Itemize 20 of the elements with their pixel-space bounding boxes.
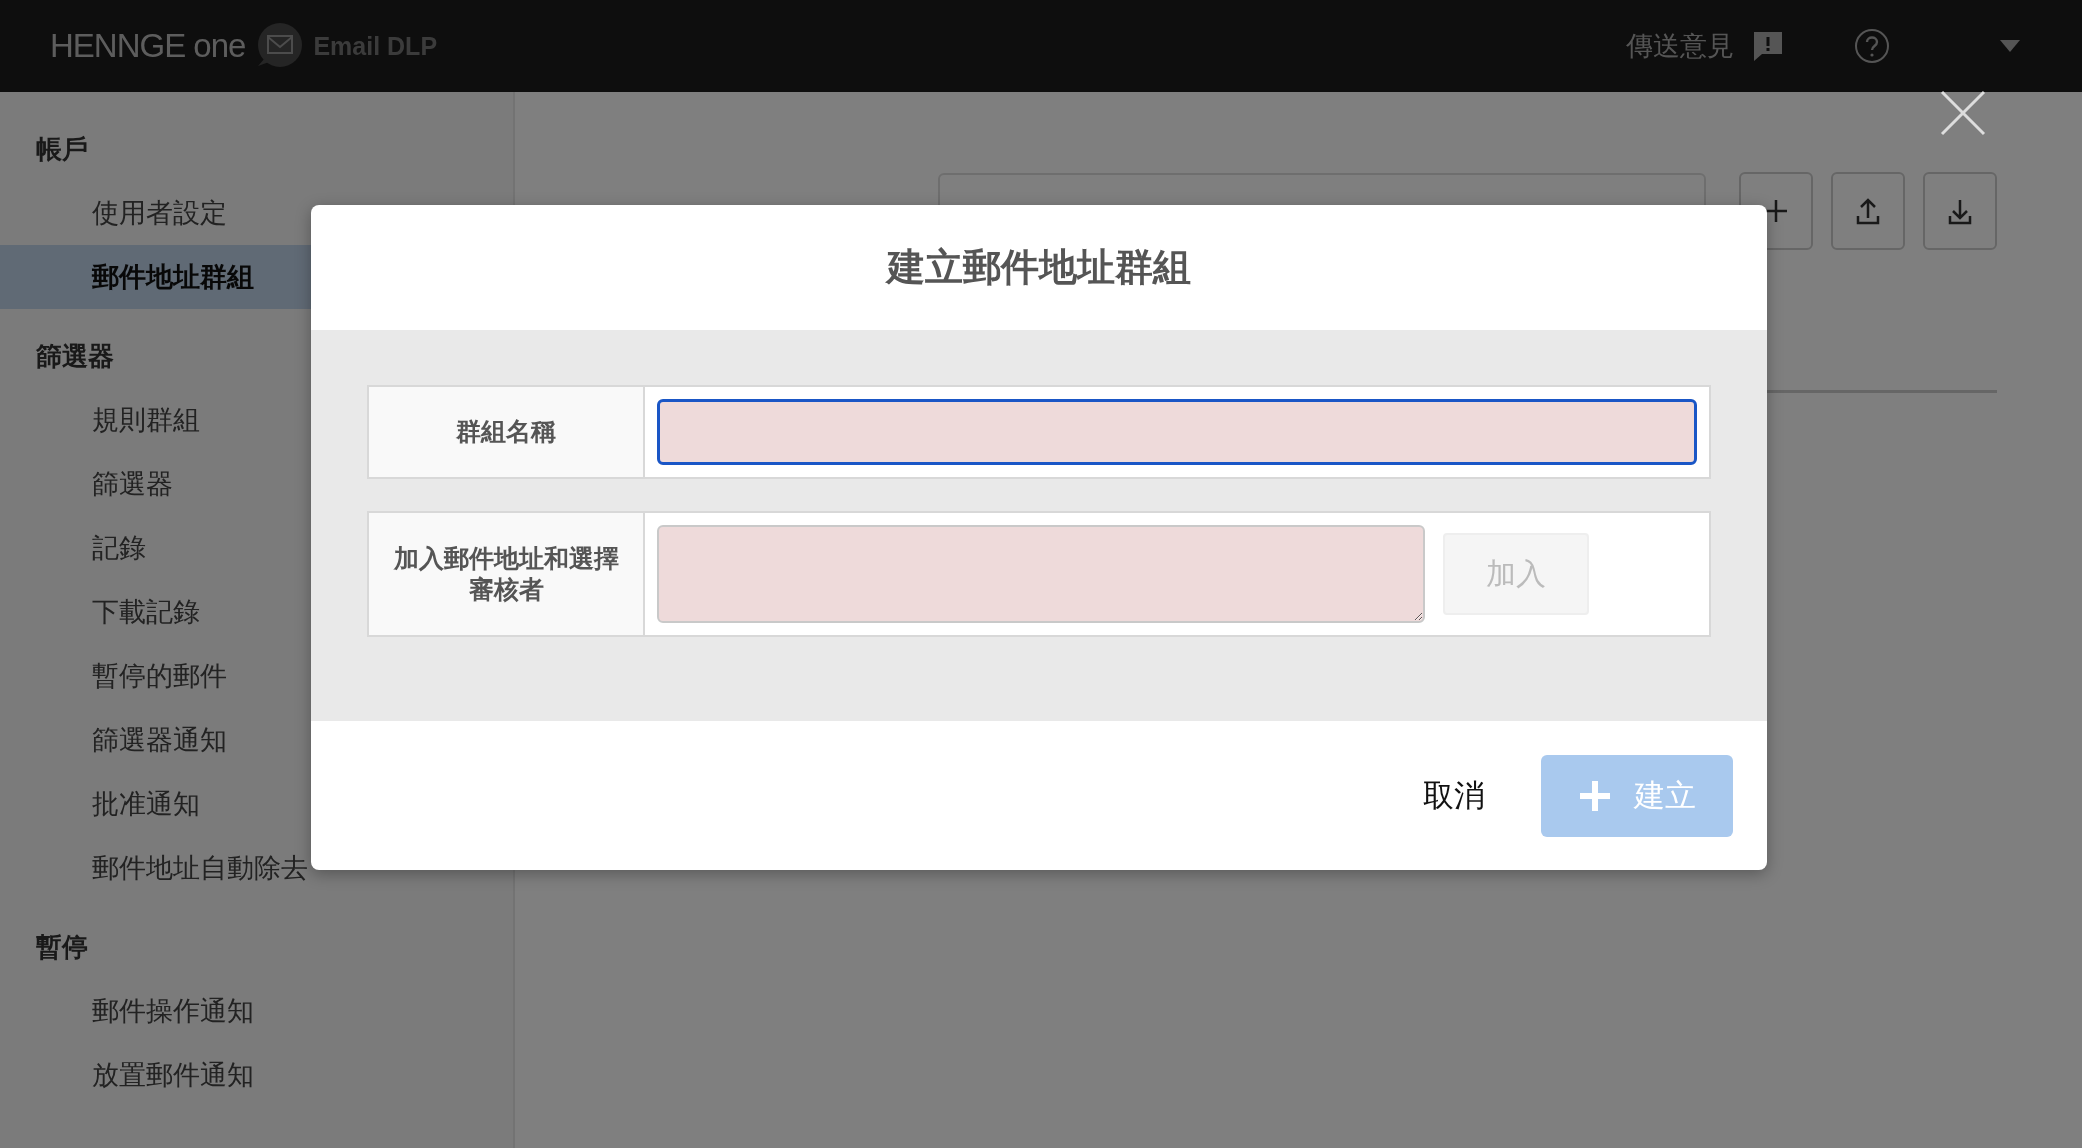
help-icon[interactable] xyxy=(1854,28,1890,64)
feedback-icon[interactable] xyxy=(1752,30,1784,62)
plus-icon xyxy=(1578,778,1612,813)
brand-logo: HENNGE one xyxy=(50,27,246,65)
sidebar-item[interactable]: 郵件操作通知 xyxy=(0,979,513,1043)
field-label: 加入郵件地址和選擇審核者 xyxy=(392,542,620,606)
sidebar-heading: 帳戶 xyxy=(35,133,89,166)
sidebar-heading: 暫停 xyxy=(35,931,89,964)
input-field[interactable] xyxy=(657,399,1697,465)
sidebar-item[interactable]: 放置郵件通知 xyxy=(0,1043,513,1107)
cancel-button[interactable]: 取消 xyxy=(1423,766,1485,825)
dialog-title: 建立郵件地址群組 xyxy=(887,244,1191,291)
close-icon[interactable] xyxy=(1940,90,1986,136)
sidebar-heading: 篩選器 xyxy=(35,340,115,373)
field-label: 群組名稱 xyxy=(456,416,556,448)
caret-icon[interactable] xyxy=(2000,40,2020,52)
upload-button[interactable] xyxy=(1831,172,1905,250)
feedback-link[interactable]: 傳送意見 xyxy=(1626,28,1734,64)
download-button[interactable] xyxy=(1923,172,1997,250)
mail-icon xyxy=(255,22,304,70)
